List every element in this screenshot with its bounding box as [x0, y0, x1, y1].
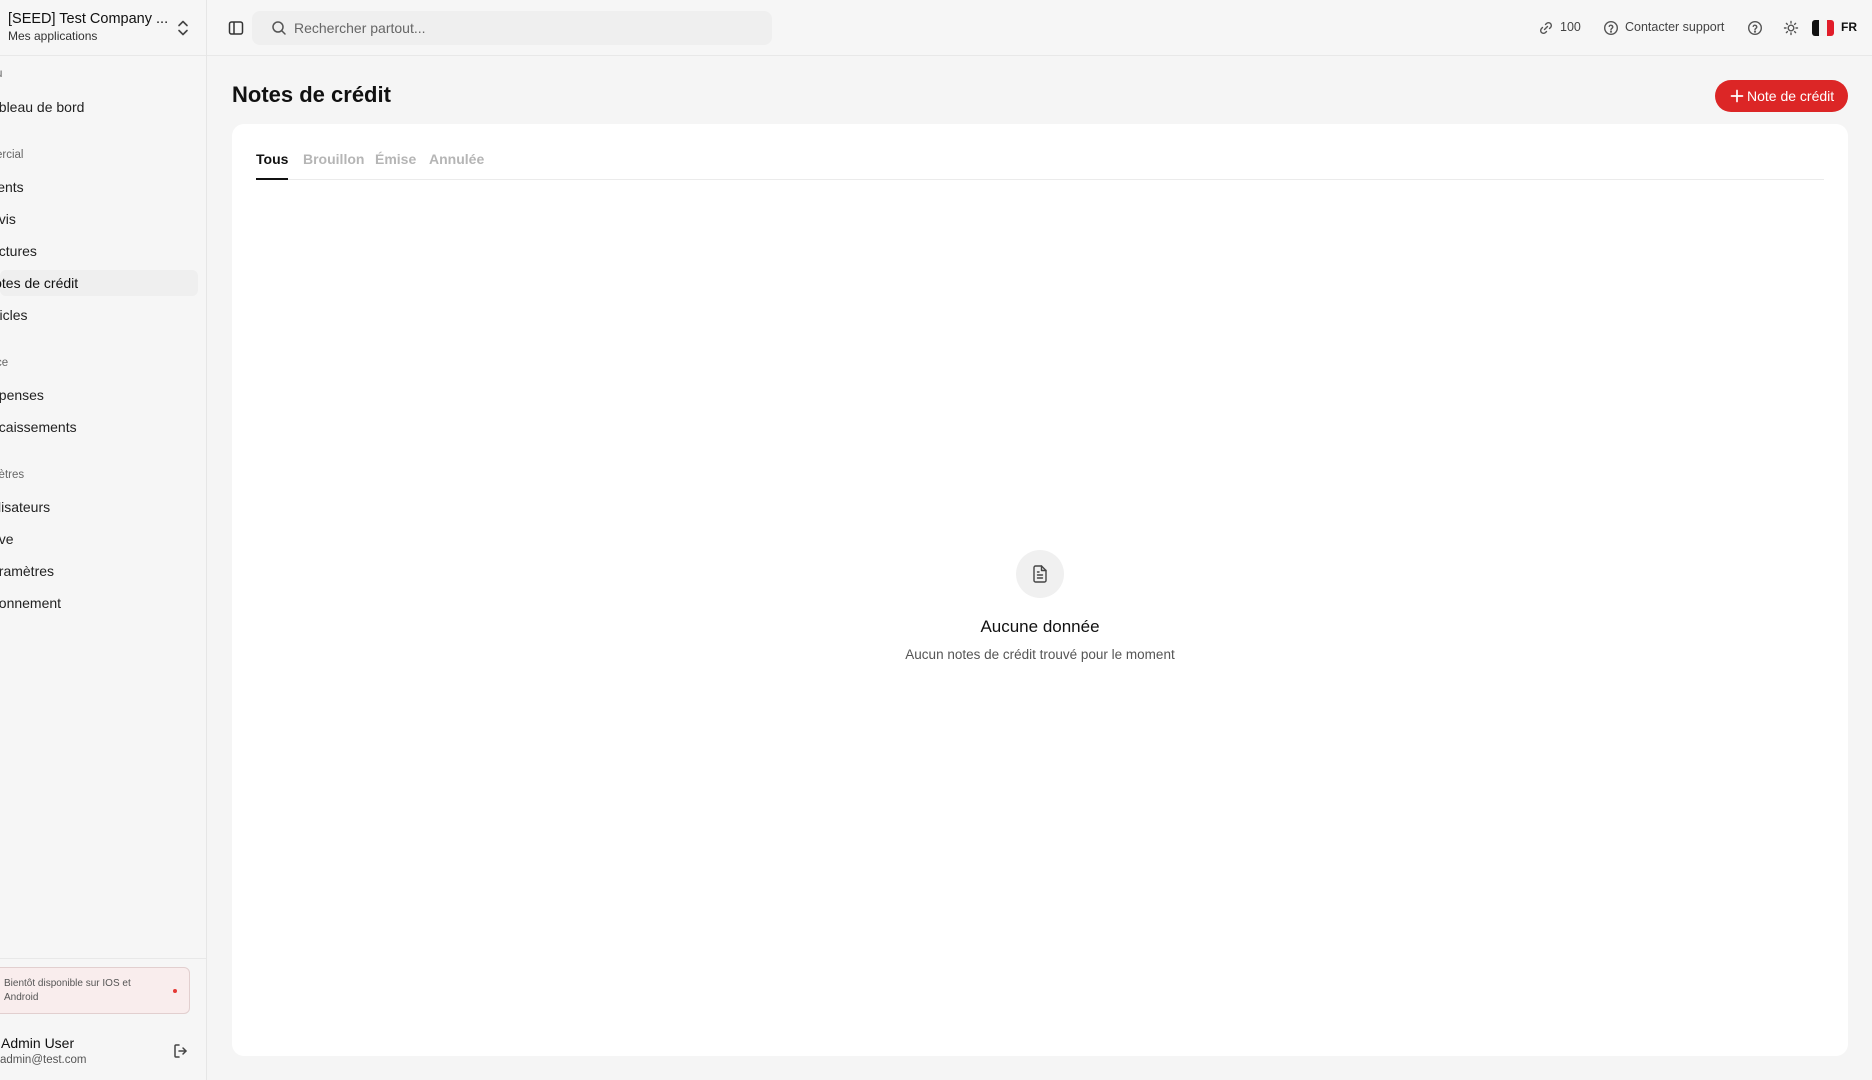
tab-emise[interactable]: Émise — [375, 151, 416, 180]
sidebar-item-label: actures — [0, 243, 37, 259]
sun-icon — [1783, 20, 1799, 36]
sidebar-item-label: rive — [0, 531, 14, 547]
sidebar-item-encaissements[interactable]: ncaissements — [0, 414, 198, 440]
contact-support-link[interactable]: Contacter support — [1603, 17, 1743, 39]
sidebar-item-label: ableau de bord — [0, 99, 85, 115]
sidebar-item-label: rticles — [0, 307, 28, 323]
status-tabs: Tous Brouillon Émise Annulée — [256, 146, 1824, 180]
app-root: [SEED] Test Company ... Mes applications… — [0, 0, 1872, 1080]
empty-state-icon — [1016, 550, 1064, 598]
company-switcher[interactable]: [SEED] Test Company ... Mes applications — [0, 0, 206, 56]
user-profile: Admin User admin@test.com — [0, 1032, 206, 1072]
credits-counter[interactable]: 100 — [1538, 17, 1588, 39]
nav-group-label: ercial — [0, 149, 24, 161]
nav-group-label: iètres — [0, 469, 25, 481]
sidebar-item-label: aramètres — [0, 563, 55, 579]
help-button[interactable] — [1747, 17, 1765, 39]
flag-fr-icon — [1812, 20, 1834, 36]
search-bar — [252, 11, 772, 45]
support-label: Contacter support — [1625, 20, 1725, 34]
empty-state-description: Aucun notes de crédit trouvé pour le mom… — [905, 647, 1175, 662]
help-circle-icon — [1747, 20, 1763, 36]
sidebar-item-label: lients — [0, 179, 24, 195]
promo-text: Bientôt disponible sur IOS et Android — [4, 978, 131, 1003]
sidebar-item-parametres[interactable]: aramètres — [0, 558, 198, 584]
logout-icon[interactable] — [172, 1042, 190, 1060]
tab-tous[interactable]: Tous — [256, 151, 289, 180]
page-title: Notes de crédit — [232, 82, 391, 107]
sidebar-item-label: épenses — [0, 387, 44, 403]
credits-value: 100 — [1560, 20, 1581, 34]
language-code: FR — [1841, 20, 1857, 34]
search-icon — [272, 21, 286, 35]
user-name: Admin User — [1, 1035, 75, 1051]
new-button-label: Note de crédit — [1747, 88, 1835, 104]
notification-dot — [173, 989, 177, 993]
theme-toggle[interactable] — [1783, 17, 1801, 39]
sidebar-item-articles[interactable]: rticles — [0, 302, 198, 328]
help-circle-icon — [1603, 20, 1619, 36]
plus-icon — [1730, 89, 1744, 103]
mobile-app-promo[interactable]: Bientôt disponible sur IOS et Android — [0, 967, 190, 1014]
file-text-icon — [1033, 565, 1047, 583]
chevron-updown-icon — [178, 20, 188, 36]
sidebar-item-utilisateurs[interactable]: tilisateurs — [0, 494, 198, 520]
top-bar: 100 Contacter support FR — [207, 0, 1872, 56]
sidebar-item-label: evis — [0, 211, 16, 227]
sidebar-item-clients[interactable]: lients — [0, 174, 198, 200]
link-icon — [1539, 21, 1553, 35]
company-name: [SEED] Test Company ... — [8, 11, 169, 27]
divider — [0, 958, 206, 959]
sidebar-item-notes-de-credit[interactable]: lotes de crédit — [0, 270, 198, 296]
language-selector[interactable]: FR — [1812, 17, 1862, 39]
sidebar-item-label: ncaissements — [0, 419, 77, 435]
tab-annulee[interactable]: Annulée — [429, 151, 484, 180]
sidebar-item-drive[interactable]: rive — [0, 526, 198, 552]
sidebar-item-label: tilisateurs — [0, 499, 51, 515]
new-credit-note-button[interactable]: Note de crédit — [1715, 80, 1848, 112]
sidebar-item-label: bonnement — [0, 595, 62, 611]
sidebar-item-label: lotes de crédit — [0, 275, 79, 291]
tab-brouillon[interactable]: Brouillon — [303, 151, 364, 180]
sidebar-item-dashboard[interactable]: ableau de bord — [0, 94, 198, 120]
sidebar-item-depenses[interactable]: épenses — [0, 382, 198, 408]
nav-group-label: u — [0, 68, 2, 80]
sidebar-item-devis[interactable]: evis — [0, 206, 198, 232]
nav-group-label: ce — [0, 357, 9, 369]
search-input[interactable] — [294, 11, 754, 45]
sidebar: [SEED] Test Company ... Mes applications… — [0, 0, 207, 1080]
sidebar-item-factures[interactable]: actures — [0, 238, 198, 264]
company-subtitle: Mes applications — [8, 29, 98, 43]
user-email: admin@test.com — [0, 1054, 87, 1066]
sidebar-toggle-icon[interactable] — [227, 19, 245, 37]
empty-state-title: Aucune donnée — [980, 617, 1100, 636]
sidebar-item-abonnement[interactable]: bonnement — [0, 590, 198, 616]
content-card: Tous Brouillon Émise Annulée Aucune donn… — [232, 124, 1848, 1056]
